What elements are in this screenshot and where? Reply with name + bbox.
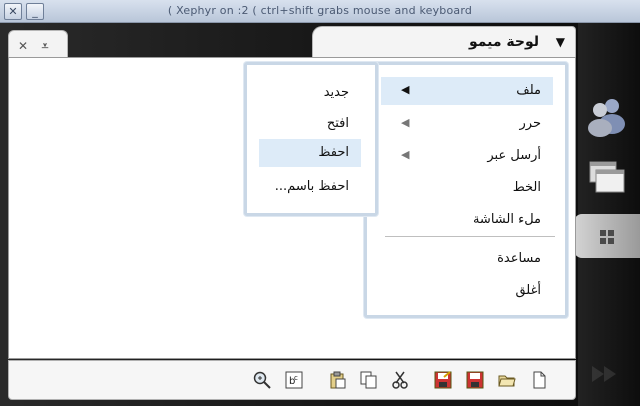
save-icon[interactable] bbox=[466, 371, 484, 389]
menu-dropdown-icon[interactable]: ▼ bbox=[556, 35, 565, 49]
menu-item-fullscreen[interactable]: ملء الشاشة bbox=[381, 206, 553, 234]
window-titlebar: ✕ _ ( Xephyr on :2 ( ctrl+shift grabs mo… bbox=[0, 0, 640, 23]
app-title: لوحة ميمو bbox=[468, 34, 539, 50]
main-menu: ملف ◀ حرر ◀ أرسل عبر ◀ الخط ملء الشاشة م… bbox=[364, 62, 568, 318]
collapse-icon[interactable]: ⩡ bbox=[37, 39, 53, 54]
bottom-toolbar: bc bbox=[8, 360, 576, 400]
app-title-tab[interactable]: لوحة ميمو ▼ bbox=[312, 26, 576, 59]
menu-separator bbox=[385, 236, 555, 237]
zoom-icon[interactable] bbox=[253, 371, 271, 389]
submenu-item-new[interactable]: جديد bbox=[257, 79, 361, 107]
menu-item-file[interactable]: ملف ◀ bbox=[381, 77, 553, 105]
window-controls-tab: ✕ ⩡ bbox=[8, 30, 68, 59]
font-icon[interactable]: bc bbox=[285, 371, 303, 389]
menu-item-close[interactable]: أغلق bbox=[381, 277, 553, 305]
svg-text:c: c bbox=[294, 374, 298, 382]
save-as-icon[interactable] bbox=[434, 371, 452, 389]
submenu-arrow-icon: ◀ bbox=[401, 148, 410, 161]
submenu-arrow-icon: ◀ bbox=[401, 116, 410, 129]
copy-icon[interactable] bbox=[360, 371, 378, 389]
open-folder-icon[interactable] bbox=[498, 371, 516, 389]
close-icon[interactable]: ✕ bbox=[15, 39, 31, 53]
window-title: ( Xephyr on :2 ( ctrl+shift grabs mouse … bbox=[167, 4, 473, 17]
menu-item-font[interactable]: الخط bbox=[381, 174, 553, 202]
submenu-item-open[interactable]: افتح bbox=[257, 110, 361, 138]
file-submenu: جديد افتح احفظ احفظ باسم... bbox=[244, 62, 378, 216]
new-document-icon[interactable] bbox=[530, 371, 548, 389]
users-icon[interactable] bbox=[586, 96, 630, 138]
submenu-arrow-icon: ◀ bbox=[401, 83, 410, 96]
windows-icon[interactable] bbox=[586, 156, 630, 198]
paste-icon[interactable] bbox=[329, 371, 347, 389]
cut-icon[interactable] bbox=[391, 371, 409, 389]
grid-icon[interactable] bbox=[586, 216, 630, 258]
menu-item-send-via[interactable]: أرسل عبر ◀ bbox=[381, 142, 553, 170]
menu-item-edit[interactable]: حرر ◀ bbox=[381, 110, 553, 138]
media-forward-icon bbox=[586, 352, 630, 394]
submenu-item-save-as[interactable]: احفظ باسم... bbox=[257, 173, 361, 201]
submenu-item-save[interactable]: احفظ bbox=[259, 139, 361, 167]
menu-item-help[interactable]: مساعدة bbox=[381, 245, 553, 273]
